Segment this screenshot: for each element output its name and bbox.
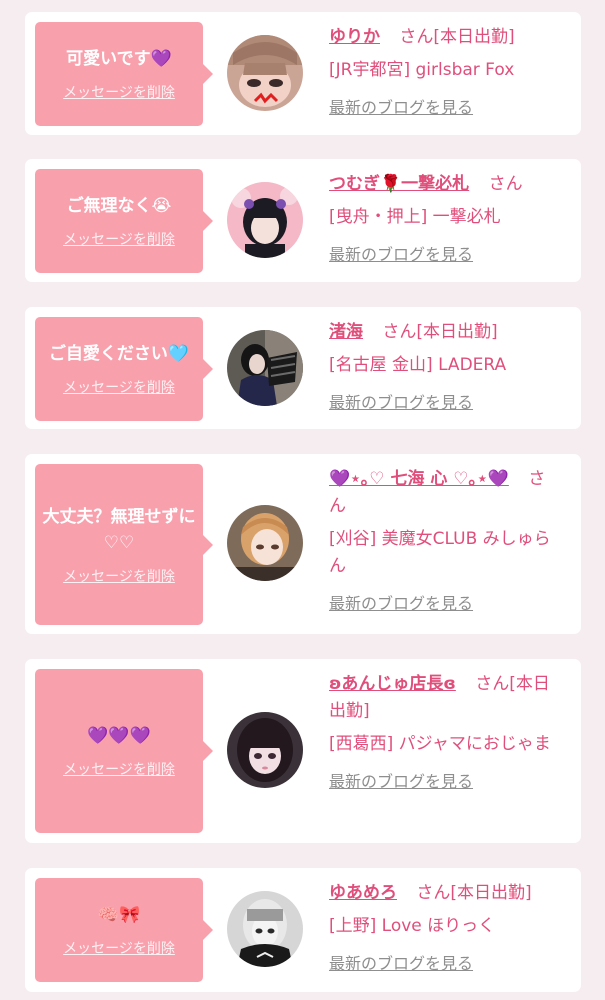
san-label: さん [488,174,523,194]
cast-info: ゆりか さん[本日出勤] [JR宇都宮] girlsbar Fox 最新のブログ… [329,24,561,122]
message-list: 可愛いです💜 メッセージを削除 ゆりか さん[本日出勤] [JR宇都宮] gir… [0,0,605,1000]
message-card: ご無理なく😭 メッセージを削除 つむぎ🌹一撃必札 さん [曳舟・押上] 一撃必札… [25,159,581,282]
cast-name-link[interactable]: ʚあんじゅ店長ɞ [329,674,456,694]
shop-label: [JR宇都宮] girlsbar Fox [329,60,515,80]
message-bubble: 🧠🎀 メッセージを削除 [35,878,213,982]
cast-info: ゆあめろ さん[本日出勤] [上野] Love ほりっく 最新のブログを見る [329,880,561,978]
message-bubble: 💜💜💜 メッセージを削除 [35,669,213,833]
cast-name-link[interactable]: つむぎ🌹一撃必札 [329,174,469,194]
message-text: ご無理なく😭 [66,196,172,216]
delete-message-link[interactable]: メッセージを削除 [63,759,175,779]
cast-name-link[interactable]: ゆあめろ [329,883,397,903]
blog-link[interactable]: 最新のブログを見る [329,94,473,121]
cast-info: 渚海 さん[本日出勤] [名古屋 金山] LADERA 最新のブログを見る [329,319,561,417]
status-label: [本日出勤] [450,883,532,903]
avatar[interactable] [227,505,303,581]
message-text: 💜💜💜 [87,726,151,746]
avatar[interactable] [227,891,303,967]
avatar[interactable] [227,35,303,111]
message-text: 🧠🎀 [97,905,141,925]
avatar[interactable] [227,330,303,406]
shop-label: [刈谷] 美魔女CLUB みしゅらん [329,529,551,576]
blog-link[interactable]: 最新のブログを見る [329,389,473,416]
message-card: ご自愛ください🩵 メッセージを削除 渚海 さん[本日出勤] [名古屋 金山] L… [25,307,581,429]
message-bubble: ご自愛ください🩵 メッセージを削除 [35,317,213,421]
delete-message-link[interactable]: メッセージを削除 [63,377,175,397]
shop-label: [西葛西] パジャマにおじゃま [329,734,551,754]
delete-message-link[interactable]: メッセージを削除 [63,229,175,249]
blog-link[interactable]: 最新のブログを見る [329,241,473,268]
blog-link[interactable]: 最新のブログを見る [329,950,473,977]
cast-info: ʚあんじゅ店長ɞ さん[本日出勤] [西葛西] パジャマにおじゃま 最新のブログ… [329,671,561,796]
message-bubble: 大丈夫？無理せずに♡♡ メッセージを削除 [35,464,213,625]
avatar[interactable] [227,712,303,788]
message-card: 可愛いです💜 メッセージを削除 ゆりか さん[本日出勤] [JR宇都宮] gir… [25,12,581,135]
cast-name-link[interactable]: 渚海 [329,322,363,342]
shop-label: [名古屋 金山] LADERA [329,355,507,375]
cast-name-link[interactable]: 💜⋆｡♡ 七海 心 ♡｡⋆💜 [329,469,509,489]
san-label: さん [475,674,510,694]
shop-label: [曳舟・押上] 一撃必札 [329,207,501,227]
shop-label: [上野] Love ほりっく [329,916,496,936]
delete-message-link[interactable]: メッセージを削除 [63,938,175,958]
message-text: 可愛いです💜 [66,49,172,69]
avatar[interactable] [227,182,303,258]
message-bubble: ご無理なく😭 メッセージを削除 [35,169,213,273]
message-card: 大丈夫？無理せずに♡♡ メッセージを削除 💜⋆｡♡ 七海 心 ♡｡⋆💜 さん [… [25,454,581,634]
san-label: さん [382,322,417,342]
delete-message-link[interactable]: メッセージを削除 [63,566,175,586]
cast-name-link[interactable]: ゆりか [329,27,380,47]
blog-link[interactable]: 最新のブログを見る [329,768,473,795]
cast-info: つむぎ🌹一撃必札 さん [曳舟・押上] 一撃必札 最新のブログを見る [329,171,561,269]
message-text: ご自愛ください🩵 [48,344,190,364]
message-card: 💜💜💜 メッセージを削除 ʚあんじゅ店長ɞ さん[本日出勤] [西葛西] パジャ… [25,659,581,843]
status-label: [本日出勤] [433,27,515,47]
cast-info: 💜⋆｡♡ 七海 心 ♡｡⋆💜 さん [刈谷] 美魔女CLUB みしゅらん 最新の… [329,466,561,618]
blog-link[interactable]: 最新のブログを見る [329,590,473,617]
san-label: さん [399,27,434,47]
delete-message-link[interactable]: メッセージを削除 [63,82,175,102]
message-card: 🧠🎀 メッセージを削除 ゆあめろ さん[本日出勤] [上野] Love ほりっく… [25,868,581,992]
status-label: [本日出勤] [416,322,498,342]
message-text: 大丈夫？無理せずに♡♡ [42,506,196,553]
message-bubble: 可愛いです💜 メッセージを削除 [35,22,213,126]
san-label: さん [416,883,451,903]
